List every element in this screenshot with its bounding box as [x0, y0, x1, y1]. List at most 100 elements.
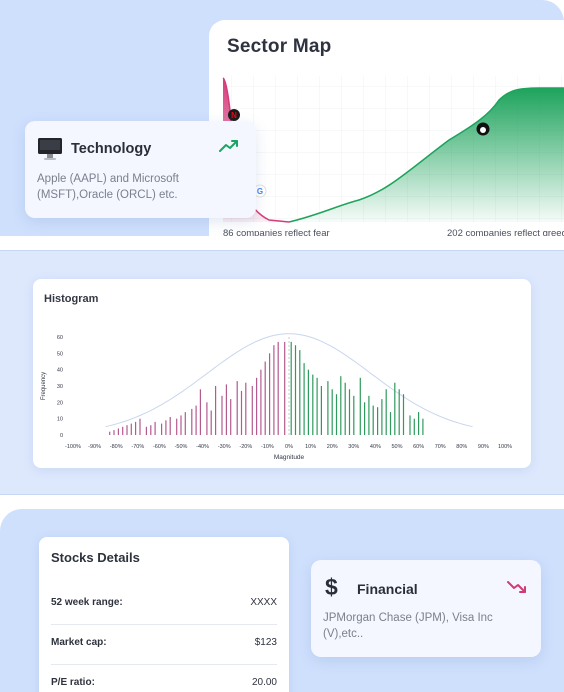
histogram-bar [269, 353, 271, 435]
histogram-bar [199, 389, 201, 435]
svg-text:G: G [257, 187, 263, 196]
stocks-details-card: Stocks Details 52 week range: XXXX Marke… [39, 537, 289, 692]
histogram-bar [176, 418, 178, 435]
histogram-bar [402, 394, 405, 435]
histogram-bar [385, 389, 387, 435]
histogram-bar [215, 386, 217, 435]
histogram-bar [344, 382, 346, 435]
histogram-bar [353, 395, 355, 435]
histogram-bar [290, 341, 292, 435]
x-tick-label: 100% [498, 444, 512, 450]
histogram-bar [245, 382, 247, 435]
stock-row-52-week-range: 52 week range: XXXX [51, 585, 277, 625]
histogram-bars [109, 341, 424, 435]
y-tick-label: 60 [57, 335, 63, 341]
histogram-bar [130, 423, 132, 435]
histogram-bar [139, 418, 141, 435]
financial-description: JPMorgan Chase (JPM), Visa Inc (V),etc.. [323, 612, 493, 640]
histogram-bar [335, 394, 338, 435]
stock-row-label: Market cap: [51, 637, 107, 648]
netflix-marker-icon: N [228, 109, 240, 121]
x-tick-label: 0% [285, 444, 293, 450]
histogram-bar [418, 412, 420, 435]
histogram-bar [312, 374, 314, 435]
x-tick-label: -90% [88, 444, 101, 450]
technology-card[interactable]: Technology Apple (AAPL) and Microsoft (M… [25, 121, 256, 218]
histogram-bar [327, 381, 329, 435]
x-tick-label: -50% [175, 444, 188, 450]
y-axis-label: Frequency [41, 372, 47, 400]
histogram-bar [165, 420, 167, 435]
stock-row-value: XXXX [250, 597, 277, 608]
x-tick-label: 40% [370, 444, 381, 450]
distribution-curve [105, 333, 473, 428]
histogram-bar [122, 426, 124, 435]
histogram-section: Histogram 0 10 20 30 40 50 60 -100% -90% -80% -70… [0, 250, 564, 495]
histogram-bar [221, 395, 223, 435]
histogram-bar [299, 350, 301, 435]
histogram-bar [264, 361, 266, 435]
apple-marker-icon [476, 122, 490, 136]
svg-text:N: N [231, 111, 237, 120]
stock-row-label: P/E ratio: [51, 677, 95, 688]
histogram-bar [191, 408, 193, 435]
x-tick-label: 10% [305, 444, 316, 450]
stock-row-pe-ratio: P/E ratio: 20.00 [51, 665, 277, 692]
stock-row-value: $123 [254, 637, 277, 648]
trend-up-icon [219, 140, 238, 152]
x-tick-label: 60% [413, 444, 424, 450]
histogram-bar [294, 345, 297, 435]
histogram-bar [422, 418, 424, 435]
x-axis-label: Magnitude [274, 454, 305, 461]
x-tick-label: -70% [131, 444, 144, 450]
x-tick-label: -40% [196, 444, 209, 450]
histogram-bar [303, 363, 305, 435]
y-axis-ticks: 0 10 20 30 40 50 60 [57, 335, 63, 439]
x-tick-label: 90% [478, 444, 489, 450]
histogram-bar [409, 415, 411, 435]
histogram-bar [113, 430, 115, 435]
histogram-bar [195, 405, 197, 435]
histogram-bar [161, 423, 163, 435]
histogram-bar [307, 369, 309, 435]
fear-caption: 86 companies reflect fear [223, 228, 330, 236]
histogram-bar [206, 402, 208, 435]
x-tick-label: -10% [261, 444, 274, 450]
stocks-section: Stocks Details 52 week range: XXXX Marke… [0, 509, 564, 692]
dollar-sign-icon: $ [325, 574, 338, 600]
x-tick-label: 50% [391, 444, 402, 450]
stock-row-value: 20.00 [251, 677, 277, 688]
y-tick-label: 40 [57, 368, 63, 374]
financial-card[interactable]: $ Financial JPMorgan Chase (JPM), Visa I… [311, 560, 541, 657]
histogram-bar [364, 402, 366, 435]
histogram-chart: 0102030405060 -100% -90% -80% -70% -60% -50% -… [41, 333, 512, 461]
financial-title: Financial [357, 581, 418, 597]
histogram-bar [394, 382, 396, 435]
histogram-bar [377, 407, 379, 435]
y-tick-label: 20 [57, 400, 63, 406]
histogram-bar [340, 376, 342, 435]
histogram-bar [145, 426, 147, 435]
histogram-bar [169, 417, 171, 435]
histogram-bar [273, 345, 275, 435]
histogram-bar [184, 412, 186, 435]
stocks-details-title: Stocks Details [51, 550, 140, 565]
sector-map-card: N G Sector Map 86 companies reflect fear… [209, 20, 564, 236]
histogram-bar [230, 399, 232, 435]
histogram-bar [359, 377, 361, 435]
histogram-bar [236, 381, 238, 435]
histogram-bar [413, 418, 415, 435]
histogram-bar [225, 384, 227, 435]
x-tick-label: 80% [456, 444, 467, 450]
histogram-bar [154, 421, 156, 435]
histogram-bar [240, 390, 243, 435]
histogram-bar [372, 405, 374, 435]
histogram-bar [368, 395, 370, 435]
sector-map-title: Sector Map [227, 36, 332, 57]
greed-caption: 202 companies reflect greed [447, 228, 564, 236]
technology-description: Apple (AAPL) and Microsoft (MSFT),Oracle… [37, 173, 179, 201]
x-tick-label: -100% [65, 444, 81, 450]
histogram-bar [126, 425, 128, 435]
histogram-bar [251, 386, 253, 435]
x-tick-label: 20% [327, 444, 338, 450]
